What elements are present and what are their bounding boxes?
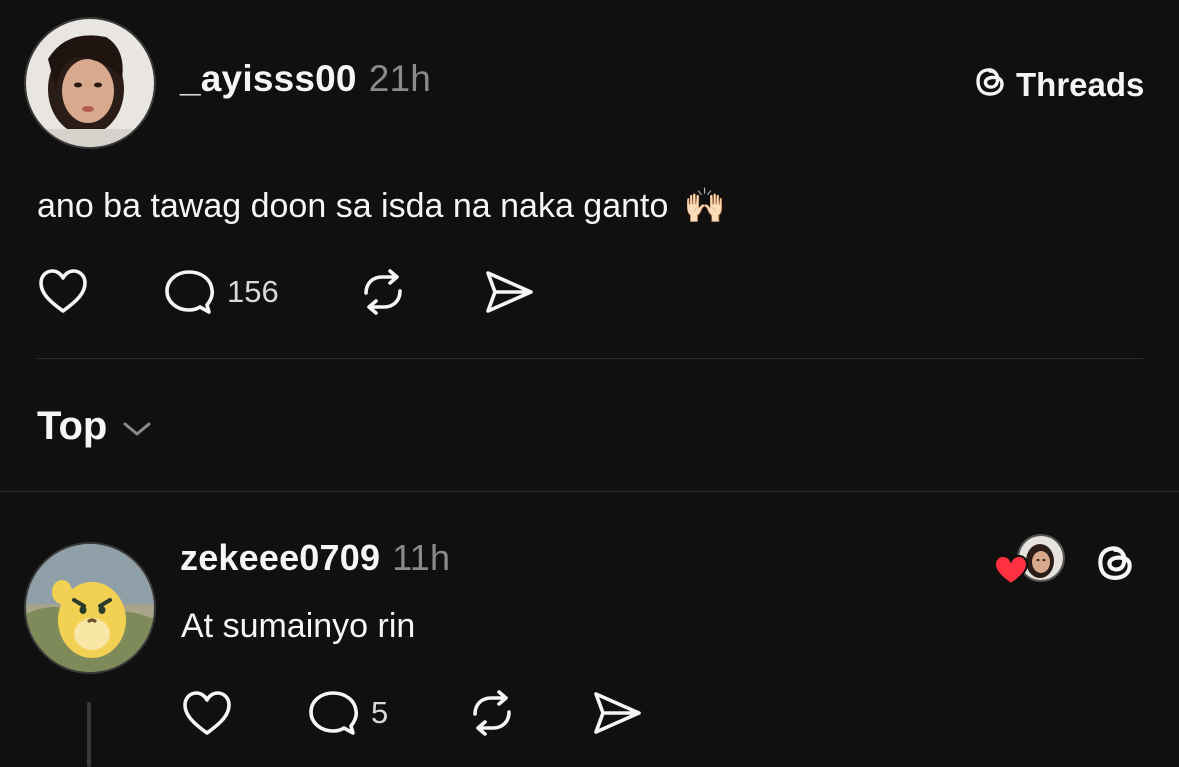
reply-author-username[interactable]: zekeee0709 11h xyxy=(180,537,450,579)
reply-threads-logo-icon[interactable] xyxy=(1093,538,1137,591)
threads-logo-icon xyxy=(972,62,1008,108)
threads-brand-link[interactable]: Threads xyxy=(972,62,1144,108)
share-icon xyxy=(486,271,533,313)
reply-reply-count: 5 xyxy=(371,695,389,730)
reply-share-button[interactable] xyxy=(590,688,644,738)
reply-author-avatar[interactable] xyxy=(24,542,156,674)
post-body: ano ba tawag doon sa isda na naka ganto … xyxy=(37,186,726,226)
post-text: ano ba tawag doon sa isda na naka ganto xyxy=(37,187,669,225)
post-comment-button[interactable]: 156 xyxy=(163,267,279,317)
comment-icon xyxy=(309,691,359,735)
thread-connector-line xyxy=(87,702,91,767)
reply-repost-button[interactable] xyxy=(465,688,519,738)
thread-page: _ayisss00 21h Threads ano ba tawag doon s… xyxy=(0,0,1179,767)
post-reply-count: 156 xyxy=(227,274,279,309)
raised-hands-emoji: 🙌🏻 xyxy=(683,187,727,225)
post-like-button[interactable] xyxy=(37,266,89,316)
section-divider xyxy=(0,491,1179,492)
post-author-username[interactable]: _ayisss00 21h xyxy=(180,58,431,100)
liked-by-author-indicator[interactable] xyxy=(993,534,1067,588)
post-author-avatar[interactable] xyxy=(24,17,156,149)
post-time: 21h xyxy=(368,58,432,99)
reply-like-button[interactable] xyxy=(181,688,233,738)
post-divider xyxy=(37,358,1143,359)
sort-selector[interactable]: Top xyxy=(37,404,153,449)
reply-text: At sumainyo rin xyxy=(181,607,416,645)
red-heart-icon xyxy=(993,554,1029,586)
chevron-down-icon xyxy=(123,422,151,435)
sort-label[interactable]: Top xyxy=(37,404,107,449)
repost-icon xyxy=(473,690,511,736)
heart-icon xyxy=(183,691,231,735)
post-share-button[interactable] xyxy=(482,267,536,317)
reply-body: At sumainyo rin xyxy=(181,607,415,646)
reply-time: 11h xyxy=(392,537,451,578)
post-repost-button[interactable] xyxy=(356,267,410,317)
comment-icon xyxy=(165,270,215,314)
share-icon xyxy=(594,692,641,734)
reply-comment-button[interactable]: 5 xyxy=(307,688,388,738)
repost-icon xyxy=(364,269,402,315)
threads-label[interactable]: Threads xyxy=(1016,66,1144,104)
reply-username-text[interactable]: zekeee0709 xyxy=(180,537,380,578)
heart-icon xyxy=(39,269,87,313)
username-text[interactable]: _ayisss00 xyxy=(180,58,357,99)
